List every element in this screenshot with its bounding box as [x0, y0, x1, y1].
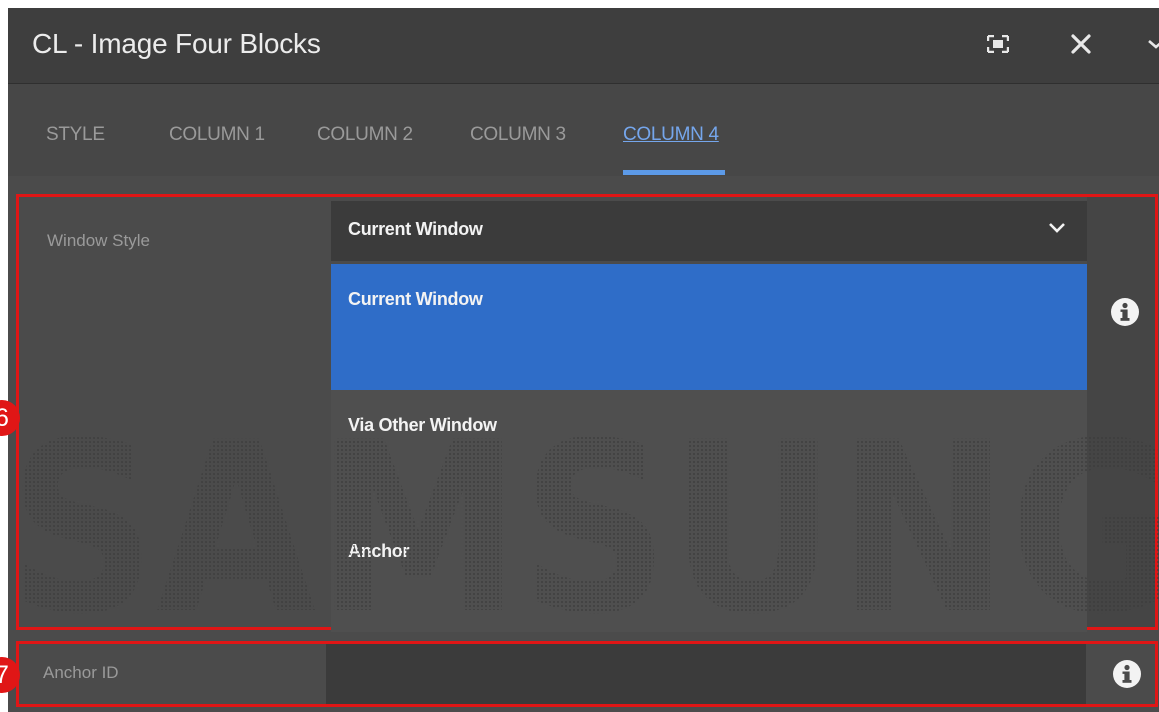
info-icon[interactable]: [1112, 659, 1142, 689]
dialog-header: CL - Image Four Blocks: [8, 8, 1159, 84]
window-style-label: Window Style: [47, 231, 150, 250]
window-style-selected-value: Current Window: [348, 219, 483, 239]
option-anchor[interactable]: Anchor: [331, 516, 1087, 642]
tab-column-1[interactable]: COLUMN 1: [169, 124, 265, 146]
anchor-id-label: Anchor ID: [43, 663, 119, 682]
anchor-id-section: Anchor ID: [16, 641, 1158, 707]
chevron-down-icon: [1148, 40, 1159, 49]
option-current-window[interactable]: Current Window: [331, 264, 1087, 390]
window-style-section: Window Style Current Window Current Wind…: [16, 194, 1158, 632]
anchor-id-input[interactable]: [326, 644, 1086, 704]
dialog-title: CL - Image Four Blocks: [32, 28, 321, 59]
window-style-options: Current Window Via Other Window Anchor: [331, 264, 1087, 632]
tab-style[interactable]: STYLE: [46, 124, 105, 146]
dialog: CL - Image Four Blocks STYLE COLUMN 1 CO…: [8, 8, 1159, 712]
info-column: [1087, 197, 1155, 627]
fullscreen-icon: [987, 35, 1009, 53]
close-button[interactable]: [1061, 24, 1101, 64]
info-icon[interactable]: [1110, 297, 1140, 327]
active-tab-indicator: [623, 170, 725, 175]
tab-column-3[interactable]: COLUMN 3: [470, 124, 566, 146]
tab-column-4[interactable]: COLUMN 4: [623, 124, 719, 146]
overflow-button[interactable]: [1136, 24, 1159, 64]
option-label: Current Window: [348, 289, 483, 309]
chevron-down-icon: [1049, 223, 1065, 233]
option-via-other-window[interactable]: Via Other Window: [331, 390, 1087, 516]
tab-bar: STYLE COLUMN 1 COLUMN 2 COLUMN 3 COLUMN …: [8, 84, 1159, 176]
tab-column-2[interactable]: COLUMN 2: [317, 124, 413, 146]
option-label: Via Other Window: [348, 415, 497, 435]
window-style-select[interactable]: Current Window: [331, 201, 1087, 261]
fullscreen-button[interactable]: [978, 24, 1018, 64]
option-label: Anchor: [348, 541, 410, 561]
close-icon: [1071, 34, 1091, 54]
